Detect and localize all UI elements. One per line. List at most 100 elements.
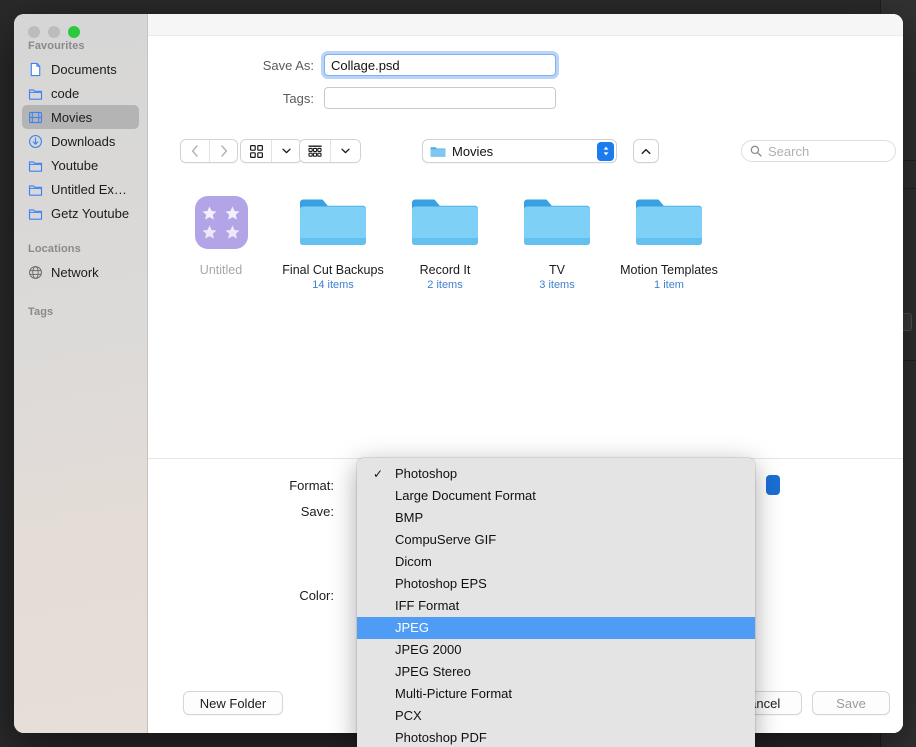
sidebar-item-untitled-exp[interactable]: Untitled Exp…	[22, 177, 139, 201]
folder-icon	[524, 199, 590, 245]
menu-item-jpeg[interactable]: JPEG	[357, 617, 755, 639]
sidebar-item-downloads[interactable]: Downloads	[22, 129, 139, 153]
sidebar: Favourites Documents code Movies Downloa…	[14, 14, 148, 733]
file-item-record-it[interactable]: Record It 2 items	[389, 194, 501, 291]
save-button[interactable]: Save	[812, 691, 890, 715]
path-popup-button[interactable]: Movies	[422, 139, 617, 163]
sidebar-item-documents[interactable]: Documents	[22, 57, 139, 81]
format-popup-stepper[interactable]	[766, 475, 780, 495]
format-dropdown-menu[interactable]: ✓ Photoshop Large Document Format BMP Co…	[357, 458, 755, 747]
menu-item-bmp[interactable]: BMP	[357, 507, 755, 529]
file-name: Motion Templates	[620, 263, 718, 277]
menu-item-photoshop-pdf[interactable]: Photoshop PDF	[357, 727, 755, 747]
file-name: Untitled	[199, 263, 243, 277]
document-icon	[30, 62, 41, 76]
path-popup-label: Movies	[452, 143, 494, 159]
folder-icon	[412, 199, 478, 245]
sidebar-item-label: Downloads	[51, 133, 116, 149]
view-mode-control[interactable]	[240, 139, 302, 163]
app-stars-icon	[194, 196, 248, 249]
file-item-untitled[interactable]: Untitled	[165, 194, 277, 279]
folder-icon	[300, 199, 366, 245]
sidebar-item-code[interactable]: code	[22, 81, 139, 105]
sidebar-header-favourites: Favourites	[28, 40, 85, 52]
grid-view-icon	[249, 144, 263, 158]
sidebar-item-network[interactable]: Network	[22, 260, 139, 284]
file-item-motion-templates[interactable]: Motion Templates 1 item	[613, 194, 725, 291]
group-view-button[interactable]	[300, 140, 330, 162]
format-label: Format:	[289, 478, 334, 493]
save-as-row: Save As:	[246, 54, 556, 76]
movies-icon	[29, 111, 42, 123]
minimize-window-button[interactable]	[48, 26, 60, 38]
sidebar-item-label: Movies	[51, 109, 93, 125]
forward-button[interactable]	[209, 140, 237, 162]
grid-view-button[interactable]	[241, 140, 271, 162]
menu-item-photoshop-eps[interactable]: Photoshop EPS	[357, 573, 755, 595]
sidebar-header-tags: Tags	[28, 306, 54, 318]
menu-item-label: CompuServe GIF	[395, 532, 497, 547]
menu-item-pcx[interactable]: PCX	[357, 705, 755, 727]
sidebar-item-getz-youtube[interactable]: Getz Youtube	[22, 201, 139, 225]
menu-item-label: Dicom	[395, 554, 432, 569]
folder-icon	[28, 208, 43, 220]
file-name: Record It	[419, 263, 471, 277]
maximize-window-button[interactable]	[68, 26, 80, 38]
new-folder-button[interactable]: New Folder	[183, 691, 283, 715]
sidebar-item-youtube[interactable]: Youtube	[22, 153, 139, 177]
sidebar-item-label: code	[51, 85, 80, 101]
chevron-right-icon	[220, 145, 227, 157]
menu-item-label: Photoshop	[395, 466, 458, 481]
screen: cte pt ctrl 0% ot Ꞇ h: Favourites	[0, 0, 916, 747]
group-view-dropdown[interactable]	[330, 140, 360, 162]
sheet-titlebar	[148, 14, 903, 36]
file-name: Final Cut Backups	[282, 263, 384, 277]
save-as-label: Save As:	[262, 57, 314, 73]
tags-label: Tags:	[282, 90, 314, 106]
menu-item-label: Large Document Format	[395, 488, 536, 503]
save-options-label: Save:	[300, 504, 334, 519]
menu-item-jpeg-2000[interactable]: JPEG 2000	[357, 639, 755, 661]
menu-item-label: PCX	[395, 708, 422, 723]
menu-item-dicom[interactable]: Dicom	[357, 551, 755, 573]
menu-item-jpeg-stereo[interactable]: JPEG Stereo	[357, 661, 755, 683]
folder-icon	[28, 184, 43, 196]
menu-item-label: Multi-Picture Format	[395, 686, 513, 701]
file-name: TV	[549, 263, 565, 277]
up-down-stepper-icon[interactable]	[597, 141, 614, 161]
nav-segmented-control	[180, 139, 238, 163]
file-count: 14 items	[312, 279, 354, 291]
tags-input[interactable]	[324, 87, 556, 109]
menu-item-label: JPEG	[395, 620, 429, 635]
folder-icon	[28, 160, 43, 172]
file-item-tv[interactable]: TV 3 items	[501, 194, 613, 291]
search-icon	[750, 145, 762, 157]
group-view-icon	[308, 145, 322, 157]
menu-item-label: JPEG 2000	[395, 642, 462, 657]
enclosing-folder-button[interactable]	[633, 139, 659, 163]
globe-icon	[29, 265, 42, 279]
back-button[interactable]	[181, 140, 209, 162]
save-as-input[interactable]	[324, 54, 556, 76]
group-view-control[interactable]	[299, 139, 361, 163]
menu-item-photoshop[interactable]: ✓ Photoshop	[357, 463, 755, 485]
file-count: 1 item	[654, 279, 684, 291]
chevron-left-icon	[191, 145, 198, 157]
sidebar-item-label: Documents	[51, 61, 117, 77]
search-placeholder: Search	[768, 143, 810, 159]
search-field[interactable]: Search	[741, 140, 896, 162]
grid-view-dropdown[interactable]	[271, 140, 301, 162]
file-count: 2 items	[427, 279, 463, 291]
file-grid: Untitled Final Cut Backups 14 items Reco…	[148, 180, 903, 458]
menu-item-iff-format[interactable]: IFF Format	[357, 595, 755, 617]
traffic-lights	[28, 26, 80, 38]
sidebar-item-movies[interactable]: Movies	[22, 105, 139, 129]
menu-item-label: Photoshop EPS	[395, 576, 487, 591]
menu-item-compuserve-gif[interactable]: CompuServe GIF	[357, 529, 755, 551]
menu-item-multi-picture-format[interactable]: Multi-Picture Format	[357, 683, 755, 705]
menu-item-large-document-format[interactable]: Large Document Format	[357, 485, 755, 507]
file-item-final-cut-backups[interactable]: Final Cut Backups 14 items	[277, 194, 389, 291]
close-window-button[interactable]	[28, 26, 40, 38]
tags-row: Tags:	[246, 87, 556, 109]
menu-item-label: JPEG Stereo	[395, 664, 471, 679]
